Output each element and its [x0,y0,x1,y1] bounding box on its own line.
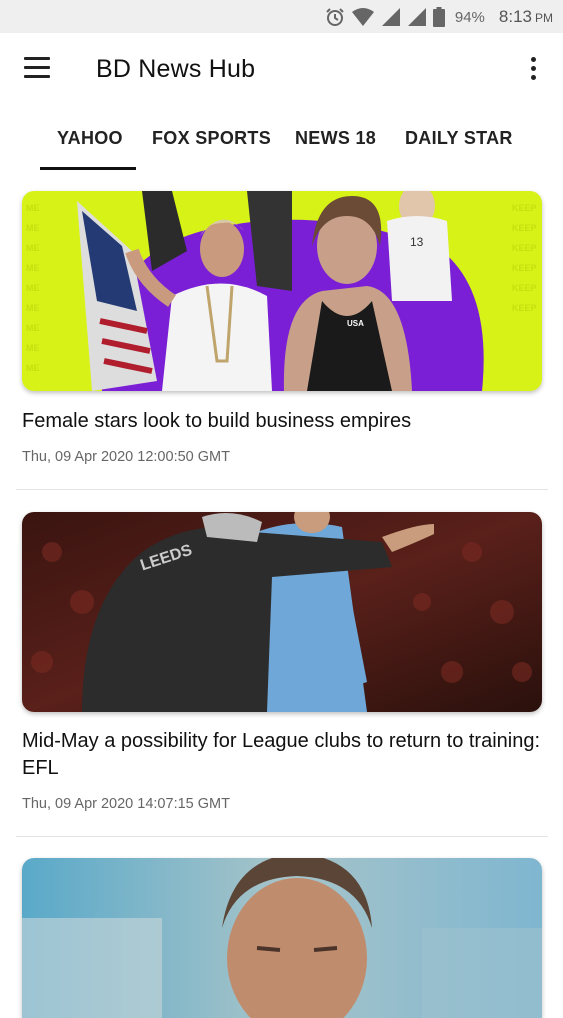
signal-icon [407,8,426,26]
status-icons: 94% 8:13 PM [325,6,553,28]
svg-text:ME: ME [26,223,40,233]
svg-text:ME: ME [26,283,40,293]
tab-yahoo[interactable]: YAHOO [57,128,123,149]
swimsuit-text: USA [347,319,364,328]
article-headline[interactable]: Mid-May a possibility for League clubs t… [22,728,542,782]
battery-percent: 94% [454,8,485,26]
svg-text:ME: ME [26,323,40,333]
article-image[interactable]: ME ME ME ME ME ME ME ME ME KEEP KEEP KEEP KEEP KEEP… [22,191,542,391]
app-title: BD News Hub [96,55,256,83]
tab-daily-star[interactable]: DAILY STAR [405,128,513,149]
svg-text:ME: ME [26,263,40,273]
tab-indicator [40,167,136,170]
divider [16,489,548,490]
svg-text:ME: ME [26,203,40,213]
svg-text:ME: ME [26,243,40,253]
alarm-icon [326,8,344,26]
app-bar: BD News Hub [0,33,563,105]
article-image[interactable] [22,858,542,1018]
article-headline[interactable]: Female stars look to build business empi… [22,408,542,435]
battery-icon [432,7,445,27]
source-tabs: YAHOO FOX SPORTS NEWS 18 DAILY STAR [0,120,563,170]
svg-text:KEEP: KEEP [512,223,537,233]
clock-time: 8:13 [498,7,532,26]
svg-text:ME: ME [26,363,40,373]
svg-text:KEEP: KEEP [512,303,537,313]
article-date: Thu, 09 Apr 2020 12:00:50 GMT [22,449,230,465]
svg-text:KEEP: KEEP [512,283,537,293]
article-image[interactable]: LEEDS [22,512,542,712]
svg-text:ME: ME [26,303,40,313]
article-date: Thu, 09 Apr 2020 14:07:15 GMT [22,796,230,812]
svg-text:KEEP: KEEP [512,203,537,213]
jersey-number: 13 [410,235,424,249]
svg-text:KEEP: KEEP [512,243,537,253]
tab-news-18[interactable]: NEWS 18 [295,128,376,149]
status-bar: 94% 8:13 PM [0,0,563,33]
clock: 8:13 PM [491,7,553,27]
wifi-icon [351,8,374,26]
signal-icon [381,8,400,26]
divider [16,836,548,837]
tab-fox-sports[interactable]: FOX SPORTS [152,128,271,149]
more-vert-icon[interactable] [528,57,540,81]
clock-ampm: PM [535,11,553,25]
svg-text:ME: ME [26,343,40,353]
svg-text:KEEP: KEEP [512,263,537,273]
hamburger-menu-icon[interactable] [24,57,50,79]
